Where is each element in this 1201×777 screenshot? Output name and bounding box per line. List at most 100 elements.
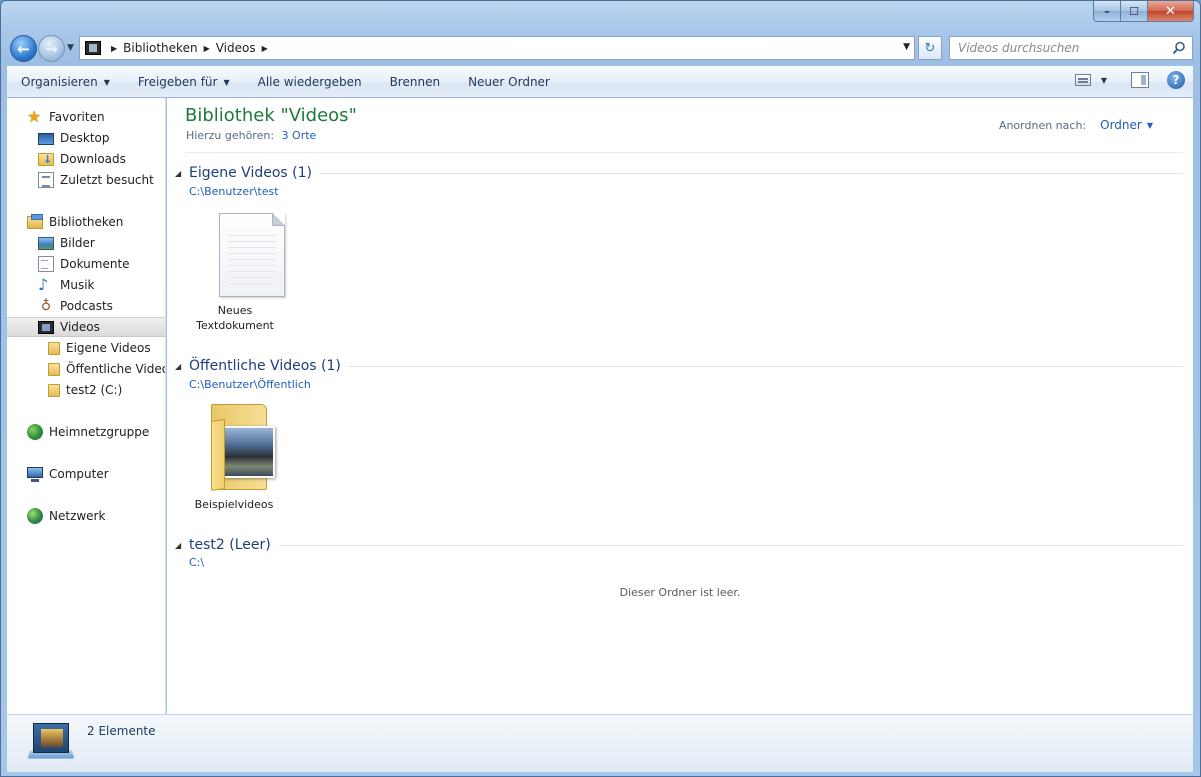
collapse-triangle-icon[interactable]: ◢	[175, 362, 189, 371]
refresh-button[interactable]: ↻	[918, 36, 942, 60]
computer-icon	[27, 467, 43, 482]
share-with-button[interactable]: Freigeben für ▼	[124, 69, 244, 95]
arrange-by-dropdown[interactable]: Ordner	[1100, 118, 1142, 132]
breadcrumb-separator-icon[interactable]: ▶	[204, 44, 210, 53]
group-title: Eigene Videos (1)	[189, 165, 312, 181]
sidebar-item-downloads[interactable]: Downloads	[7, 149, 165, 169]
sidebar-item-recent-places[interactable]: Zuletzt besucht	[7, 170, 165, 190]
burn-label: Brennen	[389, 75, 441, 89]
group-divider	[348, 365, 1183, 367]
homegroup-icon	[27, 424, 43, 440]
sidebar-item-computer[interactable]: Computer	[7, 464, 165, 484]
folder-icon	[48, 341, 60, 355]
breadcrumb-separator-icon[interactable]: ▶	[262, 44, 268, 53]
sidebar-item-public-videos[interactable]: Öffentliche Videos	[7, 359, 165, 379]
music-icon: ♪	[38, 275, 49, 294]
group-header-test2[interactable]: ◢ test2 (Leer)	[175, 537, 1183, 553]
play-all-button[interactable]: Alle wiedergeben	[244, 69, 376, 95]
sidebar-item-label: Podcasts	[60, 299, 113, 313]
search-icon[interactable]	[1172, 41, 1186, 55]
chevron-down-icon[interactable]: ▼	[1147, 121, 1153, 130]
sidebar-item-pictures[interactable]: Bilder	[7, 233, 165, 253]
videos-icon	[85, 41, 101, 55]
sidebar-item-label: Favoriten	[49, 110, 105, 124]
forward-button[interactable]: →	[38, 35, 65, 62]
arrange-by-label: Anordnen nach:	[998, 118, 1087, 132]
back-arrow-icon: ←	[17, 39, 30, 58]
library-includes: Hierzu gehören: 3 Orte	[186, 129, 316, 142]
library-locations-link[interactable]: 3 Orte	[282, 129, 317, 142]
sidebar-item-label: Dokumente	[60, 257, 130, 271]
preview-pane-icon[interactable]	[1131, 72, 1149, 88]
share-label: Freigeben für	[137, 75, 218, 89]
address-history-dropdown[interactable]: ▼	[903, 42, 910, 52]
new-folder-button[interactable]: Neuer Ordner	[454, 69, 564, 95]
library-icon	[27, 213, 43, 229]
file-item-sample-videos[interactable]: Beispielvideos	[184, 400, 284, 516]
folder-icon	[48, 383, 60, 397]
breadcrumb-libraries[interactable]: Bibliotheken	[123, 41, 197, 55]
sidebar-item-network[interactable]: Netzwerk	[7, 506, 165, 526]
collapse-triangle-icon[interactable]: ◢	[175, 169, 189, 178]
sidebar-item-label: test2 (C:)	[66, 383, 123, 397]
breadcrumb-videos[interactable]: Videos	[216, 41, 256, 55]
back-button[interactable]: ←	[10, 35, 37, 62]
minimize-button[interactable]: –	[1093, 1, 1121, 22]
view-options-dropdown-icon[interactable]: ▼	[1101, 76, 1107, 85]
recent-pages-dropdown[interactable]: ▼	[67, 43, 74, 53]
group-title: test2 (Leer)	[189, 537, 271, 553]
breadcrumb-separator-icon[interactable]: ▶	[111, 44, 117, 53]
file-name-line: Neues	[217, 304, 253, 317]
organize-button[interactable]: Organisieren ▼	[7, 69, 124, 95]
sidebar-item-favorites[interactable]: ★ Favoriten	[7, 107, 165, 127]
sidebar-item-homegroup[interactable]: Heimnetzgruppe	[7, 422, 165, 442]
podcast-icon: ♁	[40, 298, 52, 314]
group-path-link[interactable]: C:\Benutzer\test	[189, 185, 279, 198]
burn-button[interactable]: Brennen	[376, 69, 454, 95]
sidebar-item-podcasts[interactable]: ♁ Podcasts	[7, 296, 165, 316]
sidebar-item-libraries[interactable]: Bibliotheken	[7, 212, 165, 232]
sidebar-item-documents[interactable]: Dokumente	[7, 254, 165, 274]
maximize-button[interactable]: ☐	[1121, 1, 1148, 22]
change-view-icon[interactable]	[1074, 74, 1091, 86]
sidebar-item-videos[interactable]: Videos	[7, 317, 165, 337]
group-divider	[278, 544, 1183, 546]
downloads-folder-icon	[38, 152, 54, 166]
collapse-triangle-icon[interactable]: ◢	[175, 541, 189, 550]
help-icon[interactable]: ?	[1167, 71, 1185, 89]
empty-folder-message: Dieser Ordner ist leer.	[619, 586, 741, 599]
sidebar-item-test2[interactable]: test2 (C:)	[7, 380, 165, 400]
chevron-down-icon: ▼	[103, 77, 110, 87]
navigation-pane[interactable]: ★ Favoriten Desktop Downloads Zuletzt be…	[7, 98, 166, 714]
group-path-link[interactable]: C:\Benutzer\Öffentlich	[189, 378, 311, 391]
refresh-icon: ↻	[924, 40, 936, 56]
details-pane: 2 Elemente	[7, 714, 1193, 772]
sidebar-item-label: Netzwerk	[49, 509, 106, 523]
sidebar-item-label: Bibliotheken	[49, 215, 124, 229]
group-header-public-videos[interactable]: ◢ Öffentliche Videos (1)	[175, 358, 1183, 374]
sidebar-item-label: Musik	[60, 278, 95, 292]
sidebar-item-label: Zuletzt besucht	[60, 173, 154, 187]
includes-label: Hierzu gehören:	[186, 129, 275, 142]
star-icon: ★	[27, 107, 42, 126]
file-item-text-document[interactable]: Neues Textdokument	[185, 213, 285, 333]
folder-with-video-icon	[211, 400, 277, 492]
sidebar-item-my-videos[interactable]: Eigene Videos	[7, 338, 165, 358]
recent-places-icon	[38, 172, 54, 188]
sidebar-item-desktop[interactable]: Desktop	[7, 128, 165, 148]
address-bar[interactable]: ▶ Bibliotheken ▶ Videos ▶ ▼	[79, 36, 915, 60]
header-divider	[185, 152, 1183, 153]
videos-library-icon	[27, 719, 75, 761]
item-count: 2 Elemente	[87, 724, 156, 738]
arrange-by: Anordnen nach: Ordner ▼	[999, 118, 1153, 132]
group-path-link[interactable]: C:\	[189, 556, 204, 569]
caption-buttons: – ☐ ✕	[1093, 1, 1194, 23]
sidebar-item-music[interactable]: ♪ Musik	[7, 275, 165, 295]
search-input[interactable]: Videos durchsuchen	[949, 36, 1193, 60]
group-title: Öffentliche Videos (1)	[189, 358, 341, 374]
close-button[interactable]: ✕	[1148, 1, 1194, 22]
sidebar-item-label: Desktop	[60, 131, 110, 145]
sidebar-item-label: Heimnetzgruppe	[49, 425, 150, 439]
file-list-pane[interactable]: Bibliothek "Videos" Hierzu gehören: 3 Or…	[167, 98, 1193, 714]
group-header-my-videos[interactable]: ◢ Eigene Videos (1)	[175, 165, 1183, 181]
